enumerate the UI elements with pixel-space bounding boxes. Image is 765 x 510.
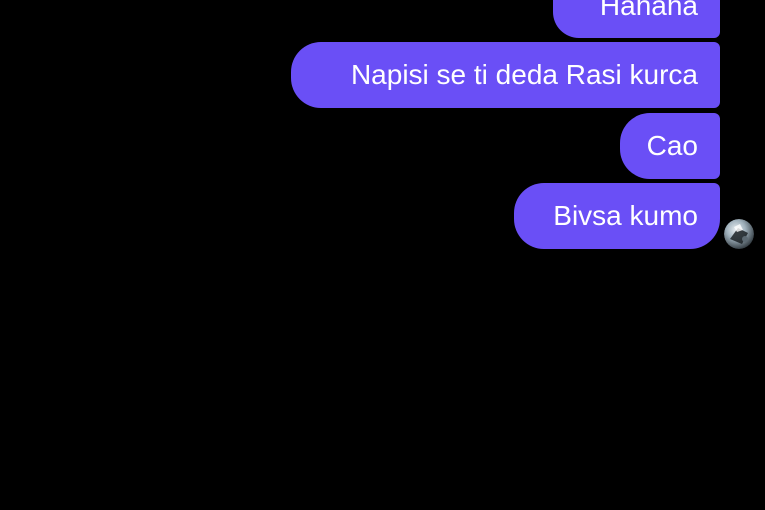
message-text: Bivsa kumo bbox=[553, 200, 698, 231]
message-bubble[interactable]: Cao bbox=[620, 113, 720, 179]
message-text: Napisi se ti deda Rasi kurca bbox=[350, 59, 698, 90]
message-text: Cao bbox=[646, 130, 698, 161]
chat-screen: Hahaha Napisi se ti deda Rasi kurca Cao … bbox=[0, 0, 765, 510]
message-text: Hahaha bbox=[599, 0, 698, 21]
message-bubble[interactable]: Bivsa kumo bbox=[514, 183, 720, 249]
seen-avatar-icon bbox=[724, 219, 754, 249]
message-bubble[interactable]: Napisi se ti deda Rasi kurca bbox=[291, 42, 720, 108]
message-bubble[interactable]: Hahaha bbox=[553, 0, 720, 38]
